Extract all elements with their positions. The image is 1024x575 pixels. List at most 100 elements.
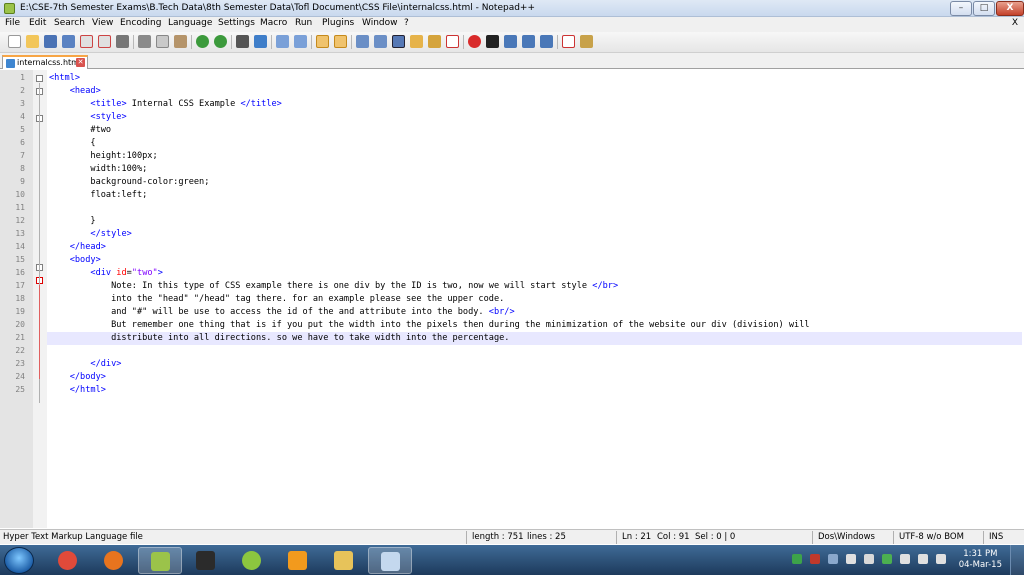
menu-edit[interactable]: Edit <box>29 18 46 28</box>
word-wrap-icon[interactable] <box>356 35 369 48</box>
tray-flag-icon[interactable] <box>900 554 910 564</box>
code-line[interactable]: float:left; <box>49 189 147 202</box>
save-icon[interactable] <box>44 35 57 48</box>
code-line[interactable]: </style> <box>49 228 131 241</box>
redo-icon[interactable] <box>214 35 227 48</box>
code-line[interactable]: distribute into all directions. so we ha… <box>47 332 1022 345</box>
doc-map-icon[interactable] <box>410 35 423 48</box>
close-button[interactable]: X <box>996 1 1024 16</box>
menu-help[interactable]: ? <box>404 18 409 28</box>
taskbar-app-button[interactable] <box>46 547 90 574</box>
code-line[interactable]: #two <box>49 124 111 137</box>
code-line[interactable]: Note: In this type of CSS example there … <box>49 280 618 293</box>
code-line[interactable]: </head> <box>49 241 106 254</box>
print-icon[interactable] <box>116 35 129 48</box>
code-line[interactable]: </body> <box>49 371 106 384</box>
menu-plugins[interactable]: Plugins <box>322 18 354 28</box>
tab-label: internalcss.html <box>17 58 82 67</box>
cut-icon[interactable] <box>138 35 151 48</box>
new-file-icon[interactable] <box>8 35 21 48</box>
code-line[interactable]: { <box>49 137 95 150</box>
taskbar-app-button[interactable] <box>368 547 412 574</box>
menu-file[interactable]: File <box>5 18 20 28</box>
taskbar-app-button[interactable] <box>322 547 366 574</box>
fold-toggle-icon[interactable] <box>36 75 43 82</box>
zoom-out-icon[interactable] <box>294 35 307 48</box>
clock[interactable]: 1:31 PM 04-Mar-15 <box>959 549 1002 571</box>
code-line[interactable]: <style> <box>49 111 126 124</box>
plugin-icon[interactable] <box>580 35 593 48</box>
undo-icon[interactable] <box>196 35 209 48</box>
sync-vertical-icon[interactable] <box>316 35 329 48</box>
code-line[interactable]: </div> <box>49 358 121 371</box>
start-button-icon[interactable] <box>4 547 34 574</box>
volume-icon[interactable] <box>864 554 874 564</box>
code-line[interactable]: <html> <box>49 72 80 85</box>
replace-icon[interactable] <box>254 35 267 48</box>
indent-guide-icon[interactable] <box>392 35 405 48</box>
menu-view[interactable]: View <box>92 18 113 28</box>
taskbar-app-button[interactable] <box>138 547 182 574</box>
record-macro-icon[interactable] <box>468 35 481 48</box>
show-desktop-button[interactable] <box>1010 545 1024 575</box>
taskbar-app-button[interactable] <box>276 547 320 574</box>
tray-battery-icon[interactable] <box>882 554 892 564</box>
spell-check-icon[interactable] <box>562 35 575 48</box>
open-file-icon[interactable] <box>26 35 39 48</box>
save-macro-icon[interactable] <box>540 35 553 48</box>
close-all-icon[interactable] <box>98 35 111 48</box>
menu-macro[interactable]: Macro <box>260 18 287 28</box>
code-line[interactable]: But remember one thing that is if you pu… <box>49 319 809 332</box>
save-all-icon[interactable] <box>62 35 75 48</box>
tray-app-icon[interactable] <box>792 554 802 564</box>
tab-internalcss[interactable]: internalcss.html ✕ <box>2 55 88 69</box>
code-line[interactable]: into the "head" "/head" tag there. for a… <box>49 293 504 306</box>
close-document-button[interactable]: X <box>1012 18 1018 28</box>
menu-run[interactable]: Run <box>295 18 312 28</box>
menu-settings[interactable]: Settings <box>218 18 255 28</box>
toolbar-separator <box>463 35 464 49</box>
copy-icon[interactable] <box>156 35 169 48</box>
tray-security-icon[interactable] <box>810 554 820 564</box>
tray-network-icon[interactable] <box>846 554 856 564</box>
menu-search[interactable]: Search <box>54 18 85 28</box>
show-all-chars-icon[interactable] <box>374 35 387 48</box>
line-number: 7 <box>20 151 25 160</box>
zoom-in-icon[interactable] <box>276 35 289 48</box>
paste-icon[interactable] <box>174 35 187 48</box>
code-line[interactable]: width:100%; <box>49 163 147 176</box>
tab-close-icon[interactable]: ✕ <box>76 58 85 67</box>
folder-workspace-icon[interactable] <box>446 35 459 48</box>
code-line[interactable]: background-color:green; <box>49 176 209 189</box>
line-number-gutter: 1 2 3 4 5 6 7 8 9 10 11 12 13 14 15 16 17 18 19 20 21 22 23 24 2… <box>0 70 33 528</box>
line-number: 11 <box>15 203 25 212</box>
run-macro-multiple-icon[interactable] <box>522 35 535 48</box>
code-line[interactable]: height:100px; <box>49 150 157 163</box>
tray-wifi-icon[interactable] <box>936 554 946 564</box>
tray-bluetooth-icon[interactable] <box>828 554 838 564</box>
taskbar-app-button[interactable] <box>230 547 274 574</box>
function-list-icon[interactable] <box>428 35 441 48</box>
menu-window[interactable]: Window <box>362 18 398 28</box>
code-editor[interactable]: 1 2 3 4 5 6 7 8 9 10 11 12 13 14 15 16 17 18 19 20 21 22 23 24 2… <box>0 70 1024 528</box>
taskbar-app-button[interactable] <box>92 547 136 574</box>
menu-language[interactable]: Language <box>168 18 212 28</box>
menu-encoding[interactable]: Encoding <box>120 18 161 28</box>
minimize-button[interactable]: – <box>950 1 972 16</box>
code-line[interactable]: } <box>49 215 95 228</box>
status-separator <box>983 531 984 544</box>
taskbar-app-button[interactable] <box>184 547 228 574</box>
code-line[interactable]: </html> <box>49 384 106 397</box>
find-icon[interactable] <box>236 35 249 48</box>
tray-display-icon[interactable] <box>918 554 928 564</box>
code-line[interactable]: and "#" will be use to access the id of … <box>49 306 515 319</box>
close-file-icon[interactable] <box>80 35 93 48</box>
code-line[interactable]: <title> Internal CSS Example </title> <box>49 98 281 111</box>
sync-horizontal-icon[interactable] <box>334 35 347 48</box>
stop-macro-icon[interactable] <box>486 35 499 48</box>
code-line[interactable]: <head> <box>49 85 101 98</box>
play-macro-icon[interactable] <box>504 35 517 48</box>
code-line[interactable]: <div id="two"> <box>49 267 163 280</box>
maximize-button[interactable]: □ <box>973 1 995 16</box>
code-line[interactable]: <body> <box>49 254 101 267</box>
